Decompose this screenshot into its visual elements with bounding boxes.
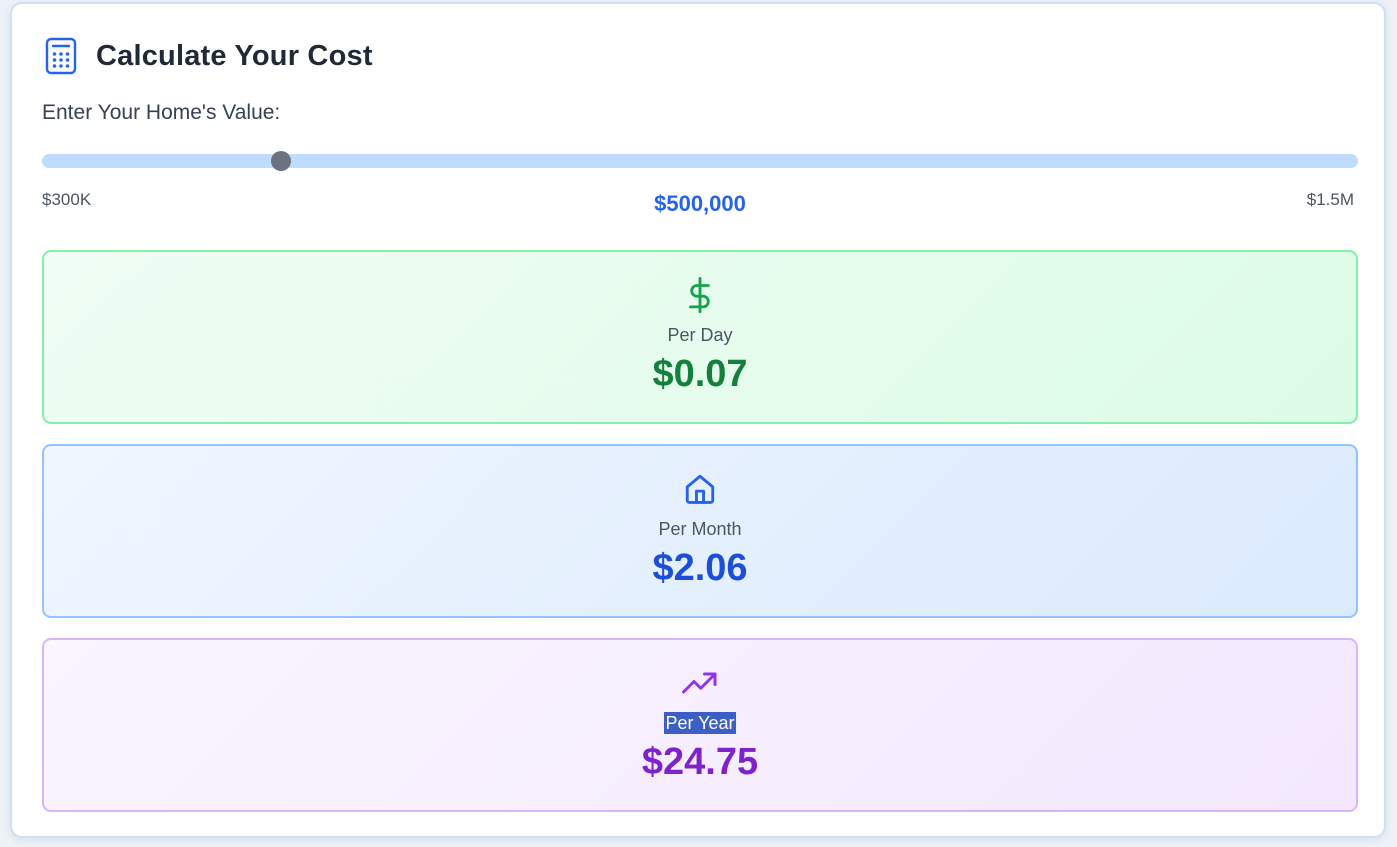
home-value-display: $500,000: [654, 191, 746, 216]
per-day-value: $0.07: [652, 353, 748, 395]
trending-up-icon: [44, 664, 1356, 702]
per-month-card: Per Month $2.06: [42, 444, 1358, 618]
per-year-value: $24.75: [641, 741, 759, 783]
per-year-card: Per Year $24.75: [42, 638, 1358, 812]
home-value-slider[interactable]: [42, 149, 1358, 173]
home-icon: [44, 470, 1356, 508]
per-month-label: Per Month: [658, 519, 742, 539]
calculator-header: Calculate Your Cost: [44, 34, 373, 78]
slider-thumb[interactable]: [271, 151, 291, 171]
per-month-value: $2.06: [652, 547, 748, 589]
home-value-label: Enter Your Home's Value:: [42, 101, 281, 124]
per-day-card: Per Day $0.07: [42, 250, 1358, 424]
dollar-sign-icon: [44, 276, 1356, 314]
cost-calculator-card: Calculate Your Cost Enter Your Home's Va…: [10, 2, 1386, 838]
page-title: Calculate Your Cost: [96, 39, 373, 72]
per-year-label: Per Year: [664, 712, 736, 734]
slider-max-label: $1.5M: [1306, 190, 1354, 209]
calculator-icon: [44, 36, 78, 76]
slider-track[interactable]: [42, 154, 1358, 168]
per-day-label: Per Day: [667, 325, 733, 345]
